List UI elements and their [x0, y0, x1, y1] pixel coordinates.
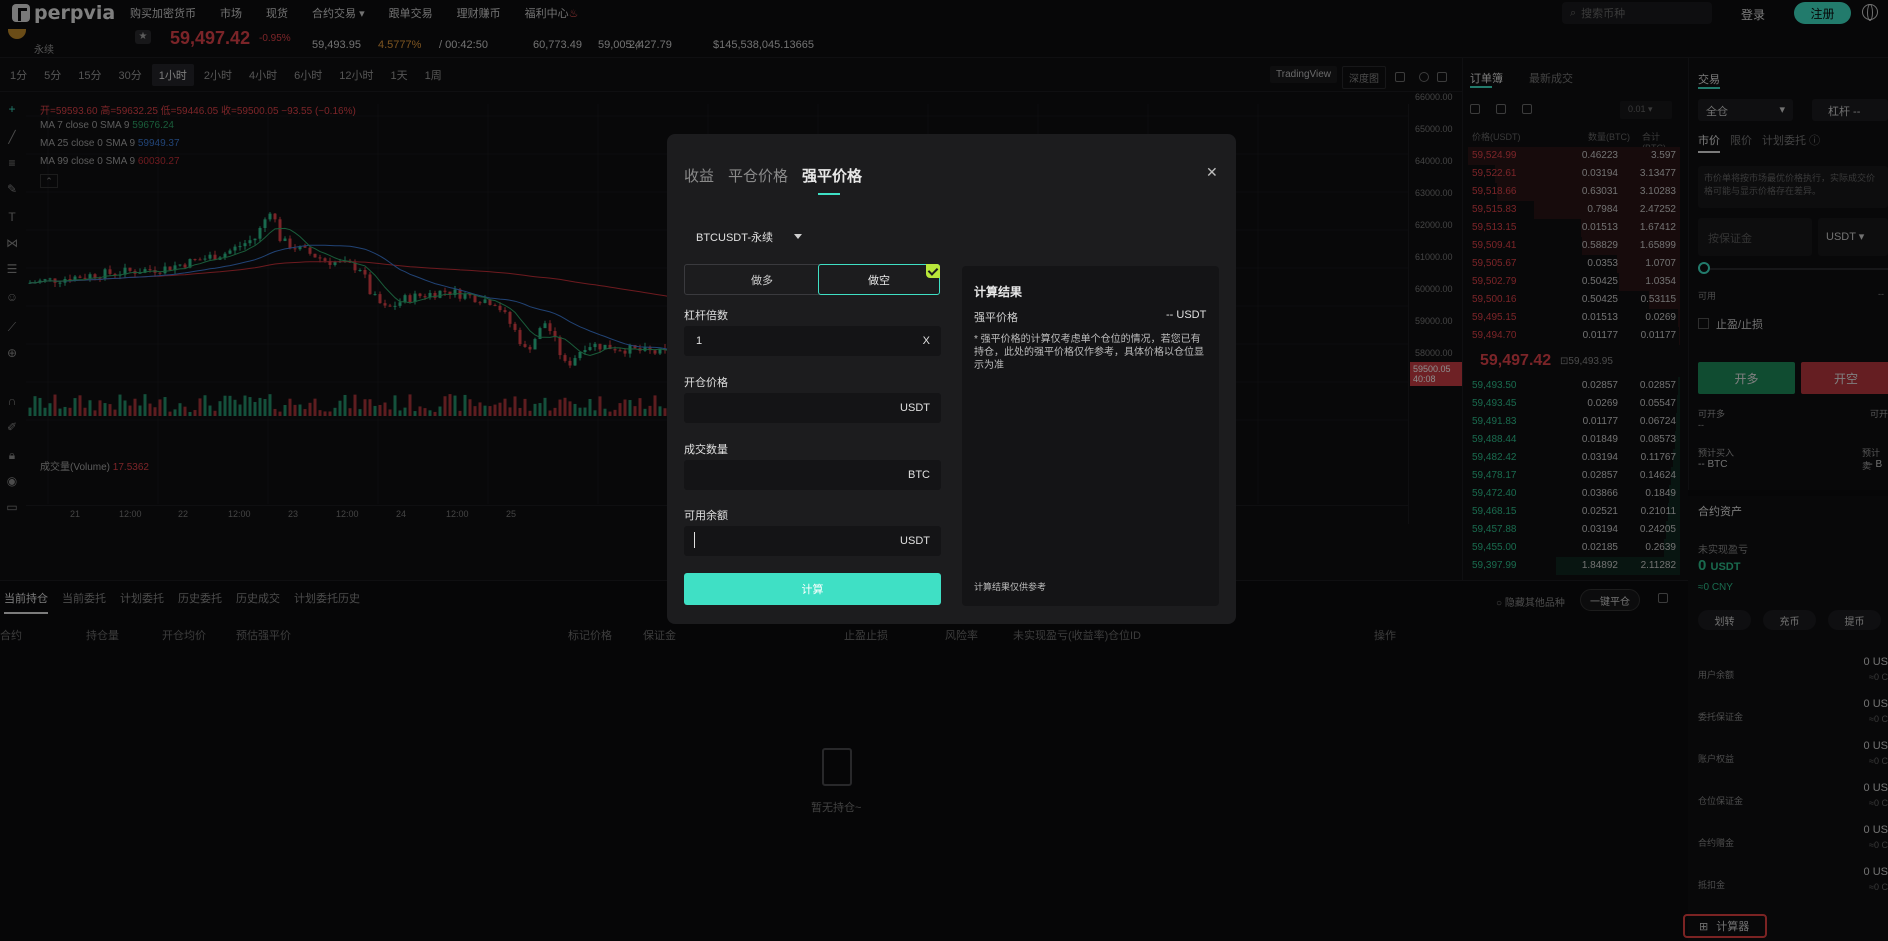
balance-label: 可用余额	[684, 510, 728, 522]
leverage-input-value: 1	[696, 335, 703, 347]
long-button[interactable]: 做多	[684, 264, 840, 295]
text-cursor	[694, 532, 695, 548]
pair-value: BTCUSDT-永续	[696, 232, 773, 244]
check-icon	[926, 264, 940, 278]
liquidation-note: * 强平价格的计算仅考虑单个仓位的情况，若您已有持仓，此处的强平价格仅作参考，具…	[974, 334, 1204, 371]
open-price-unit: USDT	[900, 402, 930, 414]
tab-liquidation-price[interactable]: 强平价格	[802, 165, 862, 195]
caret-down-icon	[794, 234, 802, 239]
result-title: 计算结果	[974, 285, 1023, 299]
quantity-label: 成交数量	[684, 444, 728, 456]
quantity-unit: BTC	[908, 469, 930, 481]
pair-select[interactable]: BTCUSDT-永续	[684, 225, 814, 247]
tab-pnl[interactable]: 收益	[684, 165, 714, 186]
tab-close-price[interactable]: 平仓价格	[728, 165, 788, 186]
calculate-button[interactable]: 计算	[684, 573, 941, 605]
leverage-input[interactable]: 1X	[684, 326, 941, 356]
leverage-label: 杠杆倍数	[684, 310, 728, 322]
close-icon[interactable]: ✕	[1206, 164, 1218, 181]
calculator-tabs: 收益 平仓价格 强平价格	[684, 165, 876, 195]
liquidation-price-value: -- USDT	[1166, 309, 1207, 321]
quantity-input[interactable]: BTC	[684, 460, 941, 490]
leverage-unit: X	[922, 335, 930, 347]
short-button[interactable]: 做空	[818, 264, 940, 295]
balance-input[interactable]: USDT	[684, 526, 941, 556]
balance-unit: USDT	[900, 535, 930, 547]
liquidation-price-label: 强平价格	[974, 312, 1018, 324]
open-price-input[interactable]: USDT	[684, 393, 941, 423]
result-disclaimer: 计算结果仅供参考	[974, 582, 1047, 592]
open-price-label: 开仓价格	[684, 377, 728, 389]
